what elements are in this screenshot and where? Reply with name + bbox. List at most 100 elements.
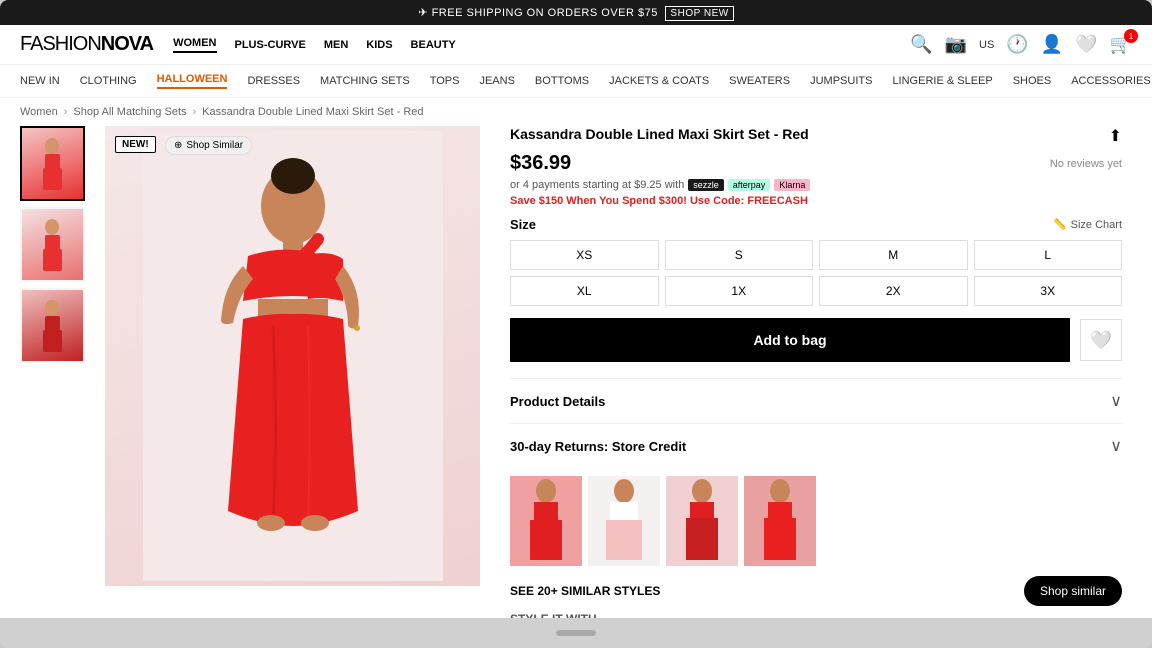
- returns-header[interactable]: 30-day Returns: Store Credit ∨: [510, 436, 1122, 456]
- share-icon[interactable]: ⬆: [1109, 126, 1122, 146]
- size-3x[interactable]: 3X: [974, 276, 1123, 306]
- size-2x[interactable]: 2X: [819, 276, 968, 306]
- product-image-main: NEW! ⊕ Shop Similar: [105, 126, 480, 586]
- announcement-bar: ✈ FREE SHIPPING ON ORDERS OVER $75 SHOP …: [0, 0, 1152, 25]
- similar-images: [510, 476, 1122, 566]
- thumbnail-2[interactable]: [20, 207, 85, 282]
- breadcrumb-current: Kassandra Double Lined Maxi Skirt Set - …: [202, 106, 423, 118]
- see-more-row: SEE 20+ SIMILAR STYLES Shop similar: [510, 576, 1122, 606]
- wishlist-icon[interactable]: 🤍: [1075, 34, 1097, 55]
- similar-img-2[interactable]: [588, 476, 660, 566]
- shop-new-link[interactable]: SHOP NEW: [665, 6, 733, 21]
- cat-sweaters[interactable]: SWEATERS: [729, 75, 790, 87]
- size-chart-link[interactable]: 📏 Size Chart: [1053, 218, 1122, 231]
- nav-beauty[interactable]: BEAUTY: [411, 39, 456, 51]
- similar-img-1[interactable]: [510, 476, 582, 566]
- similar-img-4[interactable]: [744, 476, 816, 566]
- size-grid: XS S M L XL 1X 2X 3X: [510, 240, 1122, 306]
- add-to-bag-button[interactable]: Add to bag: [510, 318, 1070, 362]
- price-row: $36.99 No reviews yet: [510, 152, 1122, 175]
- browser-bottom: [0, 618, 1152, 648]
- category-nav: NEW IN CLOTHING HALLOWEEN DRESSES MATCHI…: [0, 65, 1152, 98]
- breadcrumb-matching-sets[interactable]: Shop All Matching Sets: [73, 106, 186, 118]
- size-xl[interactable]: XL: [510, 276, 659, 306]
- logo[interactable]: FASHIONNOVA: [20, 33, 153, 56]
- size-m[interactable]: M: [819, 240, 968, 270]
- cat-jumpsuits[interactable]: JUMPSUITS: [810, 75, 872, 87]
- thumbnail-1[interactable]: [20, 126, 85, 201]
- cat-matching-sets[interactable]: MATCHING SETS: [320, 75, 410, 87]
- similar-section: SEE 20+ SIMILAR STYLES Shop similar STYL…: [510, 476, 1122, 618]
- cat-new-in[interactable]: NEW IN: [20, 75, 60, 87]
- see-more-text: SEE 20+ SIMILAR STYLES: [510, 584, 660, 598]
- promo-text: Save $150 When You Spend $300! Use Code:…: [510, 195, 1122, 207]
- size-s[interactable]: S: [665, 240, 814, 270]
- header-icons: 🔍 📷 US 🕐 👤 🤍 🛒 1: [910, 34, 1132, 55]
- cat-halloween[interactable]: HALLOWEEN: [157, 73, 228, 89]
- logo-nova: NOVA: [101, 33, 153, 55]
- main-nav: WOMEN PLUS-CURVE MEN KIDS BEAUTY: [173, 37, 890, 53]
- account-icon[interactable]: 👤: [1041, 34, 1063, 55]
- ruler-icon: 📏: [1053, 218, 1067, 231]
- returns-title: 30-day Returns: Store Credit: [510, 439, 686, 454]
- product-panel: Kassandra Double Lined Maxi Skirt Set - …: [500, 126, 1132, 608]
- search-icon[interactable]: 🔍: [910, 34, 932, 55]
- cat-shoes[interactable]: SHOES: [1013, 75, 1052, 87]
- nav-men[interactable]: MEN: [324, 39, 348, 51]
- size-xs[interactable]: XS: [510, 240, 659, 270]
- cat-jackets-coats[interactable]: JACKETS & COATS: [609, 75, 709, 87]
- size-l[interactable]: L: [974, 240, 1123, 270]
- thumbnail-list: [20, 126, 85, 608]
- size-section: Size 📏 Size Chart XS S M L XL 1X 2X: [510, 217, 1122, 306]
- header: FASHIONNOVA WOMEN PLUS-CURVE MEN KIDS BE…: [0, 25, 1152, 65]
- new-badge: NEW!: [115, 136, 156, 153]
- nav-women[interactable]: WOMEN: [173, 37, 216, 53]
- product-price: $36.99: [510, 152, 571, 175]
- returns-accordion: 30-day Returns: Store Credit ∨: [510, 423, 1122, 468]
- product-details-header[interactable]: Product Details ∨: [510, 391, 1122, 411]
- announcement-text: FREE SHIPPING ON ORDERS OVER $75: [432, 7, 658, 19]
- breadcrumb-sep2: ›: [193, 106, 197, 118]
- afterpay-badge: afterpay: [728, 179, 771, 191]
- returns-chevron-icon: ∨: [1110, 436, 1122, 456]
- nav-plus-curve[interactable]: PLUS-CURVE: [235, 39, 306, 51]
- history-icon[interactable]: 🕐: [1006, 34, 1028, 55]
- wishlist-button[interactable]: 🤍: [1080, 319, 1122, 361]
- cat-accessories[interactable]: ACCESSORIES: [1071, 75, 1150, 87]
- camera-icon[interactable]: 📷: [945, 34, 967, 55]
- similar-img-3[interactable]: [666, 476, 738, 566]
- sezzle-badge: sezzle: [688, 179, 724, 191]
- cat-lingerie-sleep[interactable]: LINGERIE & SLEEP: [892, 75, 992, 87]
- cat-bottoms[interactable]: BOTTOMS: [535, 75, 589, 87]
- cart-badge: 1: [1124, 29, 1138, 43]
- shop-similar-icon: ⊕: [174, 140, 182, 151]
- main-content: NEW! ⊕ Shop Similar: [0, 126, 1152, 618]
- country-selector[interactable]: US: [979, 39, 994, 51]
- cat-clothing[interactable]: CLOTHING: [80, 75, 137, 87]
- payment-info: or 4 payments starting at $9.25 with sez…: [510, 179, 1122, 191]
- payment-text: or 4 payments starting at $9.25 with: [510, 179, 684, 191]
- nav-kids[interactable]: KIDS: [366, 39, 392, 51]
- size-1x[interactable]: 1X: [665, 276, 814, 306]
- cat-jeans[interactable]: JEANS: [479, 75, 514, 87]
- logo-fashion: FASHION: [20, 33, 101, 55]
- klarna-badge: Klarna: [774, 179, 810, 191]
- announcement-plane-icon: ✈: [418, 7, 428, 19]
- shop-similar-badge[interactable]: ⊕ Shop Similar: [165, 136, 252, 155]
- cat-dresses[interactable]: DRESSES: [247, 75, 300, 87]
- breadcrumb-sep1: ›: [64, 106, 68, 118]
- breadcrumb-women[interactable]: Women: [20, 106, 58, 118]
- shop-similar-button[interactable]: Shop similar: [1024, 576, 1122, 606]
- chevron-down-icon: ∨: [1110, 391, 1122, 411]
- product-title: Kassandra Double Lined Maxi Skirt Set - …: [510, 126, 809, 142]
- reviews-text: No reviews yet: [1050, 158, 1122, 170]
- cat-tops[interactable]: TOPS: [430, 75, 460, 87]
- heart-icon: 🤍: [1090, 330, 1112, 351]
- scroll-indicator: [556, 630, 596, 636]
- add-to-bag-row: Add to bag 🤍: [510, 318, 1122, 362]
- cart-icon[interactable]: 🛒 1: [1110, 34, 1132, 55]
- breadcrumb: Women › Shop All Matching Sets › Kassand…: [0, 98, 1152, 126]
- thumbnail-3[interactable]: [20, 288, 85, 363]
- product-model-image: [143, 131, 443, 581]
- product-details-accordion: Product Details ∨: [510, 378, 1122, 423]
